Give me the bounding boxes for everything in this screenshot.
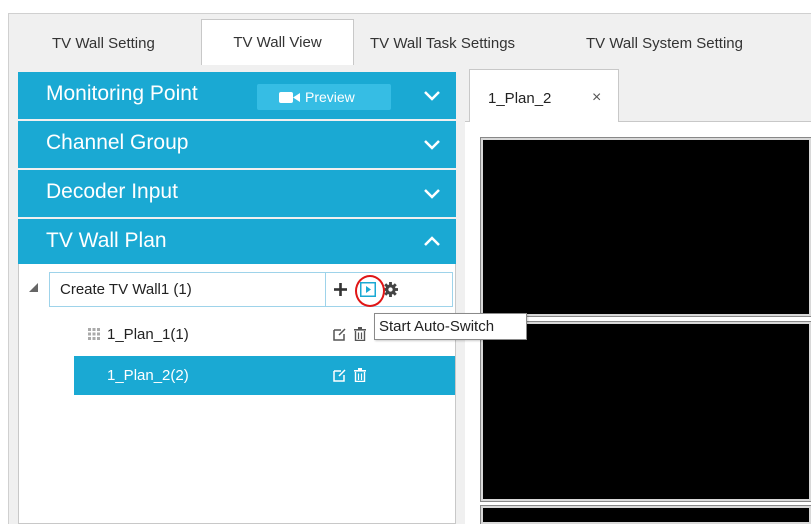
wall-screen[interactable] bbox=[480, 321, 811, 502]
chevron-down-icon[interactable] bbox=[422, 134, 442, 154]
accordion-label: Decoder Input bbox=[46, 180, 178, 203]
trash-icon[interactable] bbox=[354, 327, 366, 341]
chevron-down-icon[interactable] bbox=[422, 183, 442, 203]
accordion-tv-wall-plan[interactable]: TV Wall Plan bbox=[18, 219, 456, 266]
video-camera-icon bbox=[279, 92, 300, 103]
tooltip: Start Auto-Switch bbox=[374, 313, 527, 340]
accordion-monitoring-point[interactable]: Monitoring Point Preview bbox=[18, 72, 456, 119]
chevron-up-icon[interactable] bbox=[422, 232, 442, 252]
plan-label: 1_Plan_1(1) bbox=[107, 326, 189, 343]
tab-plan[interactable]: 1_Plan_2 × bbox=[469, 69, 619, 122]
auto-switch-play-icon[interactable] bbox=[360, 282, 376, 297]
accordion-decoder-input[interactable]: Decoder Input bbox=[18, 170, 456, 217]
tab-tv-wall-system-setting[interactable]: TV Wall System Setting bbox=[586, 24, 743, 64]
divider bbox=[325, 273, 326, 306]
tree-node-label: Create TV Wall1 (1) bbox=[60, 281, 192, 298]
tab-tv-wall-setting[interactable]: TV Wall Setting bbox=[52, 24, 155, 64]
plan-label: 1_Plan_2(2) bbox=[107, 367, 189, 384]
grid-icon bbox=[88, 328, 100, 340]
accordion-label: Channel Group bbox=[46, 131, 189, 154]
wall-screen[interactable] bbox=[480, 137, 811, 317]
gear-icon[interactable] bbox=[383, 282, 398, 297]
tab-tv-wall-task-settings[interactable]: TV Wall Task Settings bbox=[370, 24, 515, 64]
wall-screen[interactable] bbox=[480, 505, 811, 524]
tree-row-plan-selected[interactable]: 1_Plan_2(2) bbox=[74, 356, 455, 395]
tree-node-tv-wall[interactable]: Create TV Wall1 (1) bbox=[49, 272, 453, 307]
tree-expand-icon[interactable] bbox=[29, 283, 39, 293]
edit-icon[interactable] bbox=[333, 369, 346, 382]
add-icon[interactable] bbox=[334, 283, 347, 296]
trash-icon[interactable] bbox=[354, 368, 366, 382]
chevron-down-icon[interactable] bbox=[422, 85, 442, 105]
preview-button[interactable]: Preview bbox=[257, 84, 391, 110]
accordion-channel-group[interactable]: Channel Group bbox=[18, 121, 456, 168]
plan-tab-label: 1_Plan_2 bbox=[488, 90, 552, 107]
edit-icon[interactable] bbox=[333, 328, 346, 341]
accordion-label: TV Wall Plan bbox=[46, 229, 167, 252]
tab-tv-wall-view[interactable]: TV Wall View bbox=[201, 19, 354, 65]
accordion-label: Monitoring Point bbox=[46, 82, 198, 105]
main-tab-bar: TV Wall Setting TV Wall View TV Wall Tas… bbox=[8, 13, 811, 65]
preview-label: Preview bbox=[305, 89, 355, 105]
tv-wall-plan-tree: Create TV Wall1 (1) 1_Plan_1(1) 1_Plan_2… bbox=[18, 264, 456, 524]
close-icon[interactable]: × bbox=[592, 89, 601, 107]
